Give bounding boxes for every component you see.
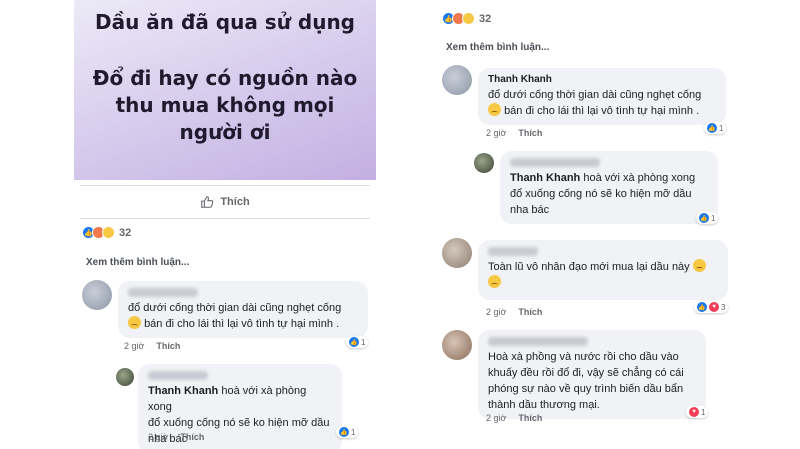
- comment-like-action[interactable]: Thích: [518, 128, 542, 138]
- heart-reaction-icon: ♥: [709, 302, 719, 312]
- avatar[interactable]: [442, 330, 472, 360]
- like-reaction-icon: 👍: [697, 302, 707, 312]
- post-image: Dầu ăn đã qua sử dụng Đổ đi hay có nguồn…: [74, 0, 376, 180]
- disappointed-emoji-icon: [128, 316, 141, 329]
- comment-text: Hoà xà phồng và nước rồi cho dầu vào: [488, 351, 679, 363]
- comment-like-action[interactable]: Thích: [180, 432, 204, 442]
- like-label: Thích: [220, 196, 250, 208]
- comment-text: hoà với xà phòng xong: [583, 172, 696, 184]
- comment-like-action[interactable]: Thích: [518, 307, 542, 317]
- reaction-summary[interactable]: 👍 32: [82, 226, 131, 239]
- author-name-blurred: [488, 247, 538, 256]
- comment-reaction-count[interactable]: ♥ 1: [686, 406, 709, 418]
- right-comments-panel: 👍 32 Xem thêm bình luận... Thanh Khanh đ…: [432, 0, 734, 449]
- post-text-line: Dầu ăn đã qua sử dụng: [95, 10, 355, 34]
- reaction-summary[interactable]: 👍 32: [442, 12, 491, 25]
- comment-meta: 2 giờ Thích: [486, 413, 542, 423]
- comment-time: 2 giờ: [486, 128, 507, 138]
- comment-time: 2 giờ: [124, 341, 145, 351]
- thinking-emoji-icon: [488, 275, 501, 288]
- comment-bubble: Thanh Khanh đổ dưới cống thời gian dài c…: [478, 68, 726, 125]
- comment-reaction-count[interactable]: 👍 1: [336, 426, 359, 438]
- post-text-line: thu mua không mọi: [115, 93, 335, 117]
- comment-text: bán đi cho lái thì lại vô tình tự hại mì…: [144, 318, 340, 330]
- comment-time: 2 giờ: [486, 413, 507, 423]
- author-name-blurred: [128, 288, 198, 297]
- like-reaction-icon: 👍: [349, 337, 359, 347]
- comment-bubble: Hoà xà phồng và nước rồi cho dầu vào khu…: [478, 330, 706, 419]
- avatar[interactable]: [116, 368, 134, 386]
- thinking-emoji-icon: [692, 259, 706, 272]
- like-reaction-icon: 👍: [707, 123, 717, 133]
- reaction-count: 32: [119, 226, 132, 239]
- comment-text: đổ dưới cống thời gian dài cũng nghẹt cố…: [488, 89, 702, 101]
- thumbs-up-icon: [201, 196, 214, 208]
- comment-bubble: Thanh Khanh hoà với xà phòng xong đổ xuố…: [500, 151, 718, 224]
- disappointed-emoji-icon: [488, 103, 501, 116]
- avatar[interactable]: [474, 153, 494, 173]
- author-name-blurred: [510, 158, 600, 167]
- post-text-line: người ơi: [179, 120, 271, 144]
- comment-text: đổ xuống cống nó sẽ ko hiện mỡ dầu: [148, 417, 330, 429]
- comment-meta: 2 giờ Thích: [486, 307, 542, 317]
- like-reaction-icon: 👍: [339, 427, 349, 437]
- comment-like-action[interactable]: Thích: [518, 413, 542, 423]
- heart-reaction-icon: ♥: [689, 407, 699, 417]
- divider: [80, 185, 370, 186]
- comment-meta: 2 giờ Thích: [124, 341, 180, 351]
- reaction-count: 32: [479, 12, 492, 25]
- like-reaction-icon: 👍: [699, 213, 709, 223]
- comment-reaction-count[interactable]: 👍 ♥ 3: [694, 301, 729, 313]
- divider: [80, 218, 370, 219]
- comment-text: đổ dưới cống thời gian dài cũng nghẹt cố…: [128, 302, 342, 314]
- comment-meta: 2 giờ Thích: [486, 128, 542, 138]
- avatar[interactable]: [442, 65, 472, 95]
- comment-time: 2 giờ: [148, 432, 169, 442]
- mention-link[interactable]: Thanh Khanh: [510, 172, 580, 184]
- author-name-blurred: [488, 337, 588, 346]
- comment-text: đổ xuống cống nó sẽ ko hiện mỡ dầu: [510, 188, 692, 200]
- like-button[interactable]: Thích: [74, 188, 376, 216]
- comment-reaction-count[interactable]: 👍 1: [696, 212, 719, 224]
- comment-time: 2 giờ: [486, 307, 507, 317]
- comment-reaction-count[interactable]: 👍 1: [346, 336, 369, 348]
- avatar[interactable]: [82, 280, 112, 310]
- comment-like-action[interactable]: Thích: [156, 341, 180, 351]
- sad-reaction-icon: [102, 226, 115, 239]
- sad-reaction-icon: [462, 12, 475, 25]
- comment-text: bán đi cho lái thì lại vô tình tự hại mì…: [504, 105, 700, 117]
- comment-reaction-count[interactable]: 👍 1: [704, 122, 727, 134]
- left-post-panel: Dầu ăn đã qua sử dụng Đổ đi hay có nguồn…: [74, 0, 376, 449]
- see-more-comments-link[interactable]: Xem thêm bình luận...: [86, 257, 189, 268]
- post-text-line: Đổ đi hay có nguồn nào: [92, 66, 358, 90]
- comment-meta: 2 giờ Thích: [148, 432, 204, 442]
- author-name-blurred: [148, 371, 208, 380]
- comment-text: thành dầu thương mại.: [488, 399, 600, 411]
- comment-author[interactable]: Thanh Khanh: [488, 73, 716, 87]
- comment-text: khuấy đều rồi đổ đi, vậy sẽ chẳng có cái: [488, 367, 684, 379]
- comment-text: nha bác: [510, 204, 550, 216]
- mention-link[interactable]: Thanh Khanh: [148, 385, 218, 397]
- avatar[interactable]: [442, 238, 472, 268]
- comment-text: Toàn lũ vô nhân đạo mới mua lại dầu này: [488, 261, 690, 273]
- see-more-comments-link[interactable]: Xem thêm bình luận...: [446, 42, 549, 53]
- comment-bubble: đổ dưới cống thời gian dài cũng nghẹt cố…: [118, 281, 368, 338]
- comment-text: phóng sự nào về quy trình biến dầu bẩn: [488, 383, 684, 395]
- comment-bubble: Toàn lũ vô nhân đạo mới mua lại dầu này: [478, 240, 728, 300]
